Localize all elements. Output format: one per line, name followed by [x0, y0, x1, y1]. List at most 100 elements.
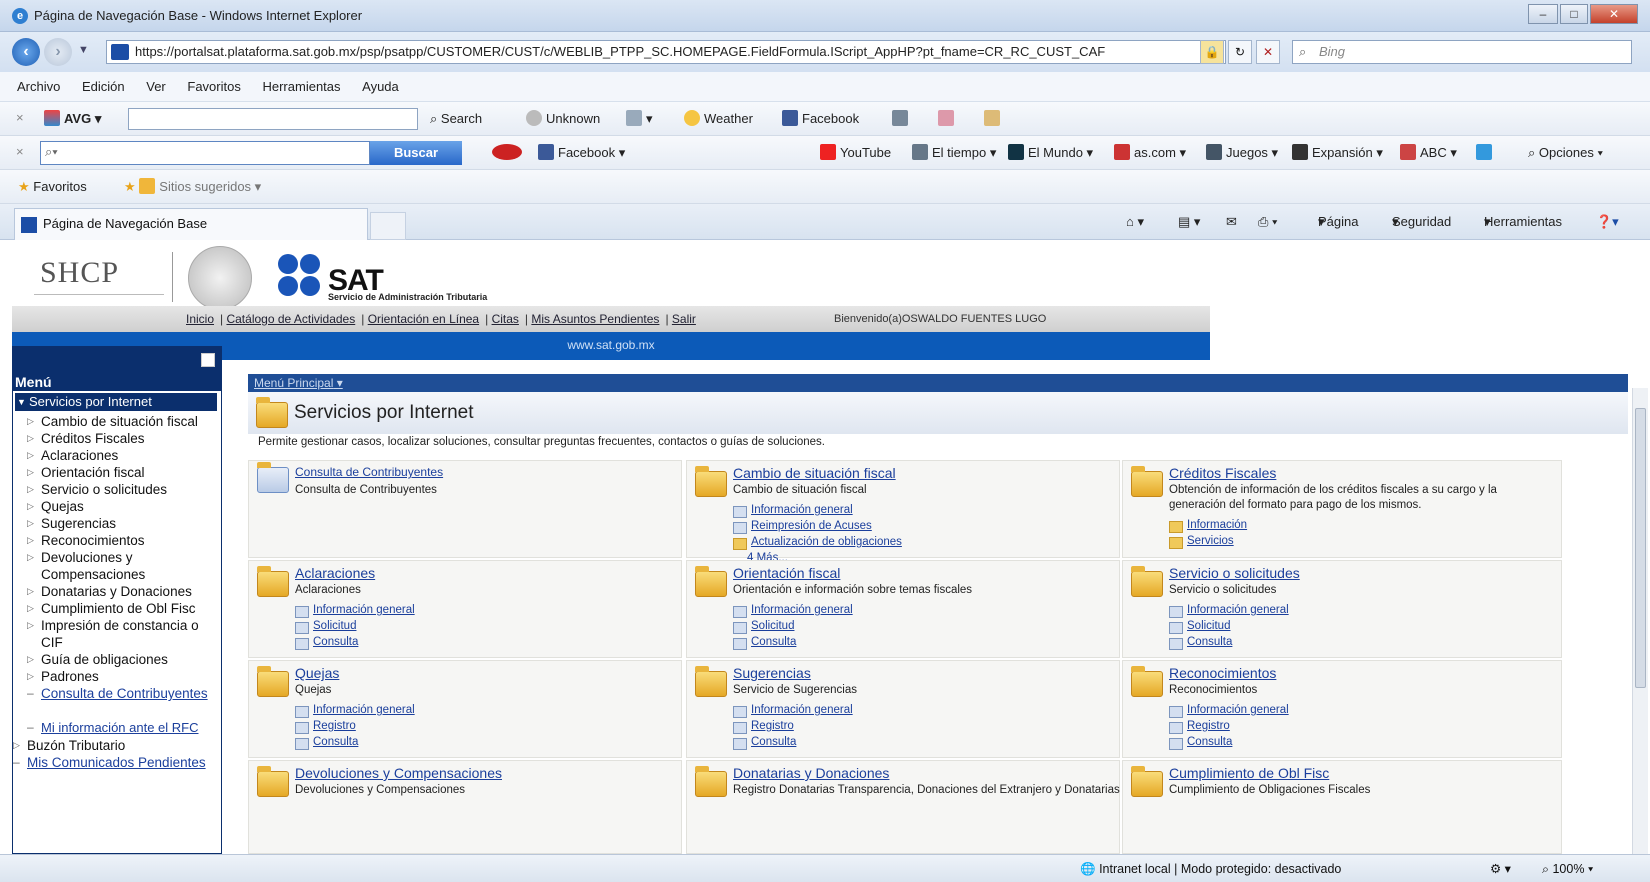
nav-asuntos[interactable]: Mis Asuntos Pendientes	[531, 312, 659, 326]
service-link[interactable]: Consulta	[732, 736, 796, 750]
sidebar-item-guia[interactable]: Guía de obligaciones	[27, 651, 221, 668]
url-field[interactable]: https://portalsat.plataforma.sat.gob.mx/…	[106, 40, 1226, 64]
service-link[interactable]: Información general	[1169, 704, 1289, 718]
close-button[interactable]: ✕	[1590, 4, 1638, 24]
breadcrumb[interactable]: Menú Principal ▾	[248, 374, 1628, 392]
sitios-sugeridos[interactable]: ★ Sitios sugeridos ▾	[124, 177, 261, 197]
tab-pagina-base[interactable]: Página de Navegación Base	[14, 208, 368, 240]
nav-citas[interactable]: Citas	[492, 312, 519, 326]
service-link[interactable]: Consulta	[1168, 636, 1232, 650]
nav-inicio[interactable]: Inicio	[186, 312, 214, 326]
link-abc[interactable]: ABC ▾	[1400, 143, 1457, 163]
service-link[interactable]: Información general	[295, 704, 415, 718]
service-link[interactable]: Solicitud	[294, 620, 356, 634]
link-as[interactable]: as.com ▾	[1114, 143, 1186, 163]
sidebar-item-devoluciones[interactable]: Devoluciones y Compensaciones	[27, 549, 221, 583]
service-link[interactable]: Registro	[1169, 720, 1230, 734]
sidebar-item-orientacion[interactable]: Orientación fiscal	[27, 464, 221, 481]
service-link[interactable]: Registro	[295, 720, 356, 734]
zoom-control[interactable]: ⌕ 100% ▾	[1542, 855, 1593, 882]
service-link[interactable]: Actualización de obligaciones	[733, 536, 902, 550]
seguridad-menu[interactable]: Seguridad ▾	[1392, 204, 1451, 240]
sidebar-link-rfc[interactable]: Mi información ante el RFC	[27, 719, 221, 736]
sidebar-item-cumplimiento[interactable]: Cumplimiento de Obl Fisc	[27, 600, 221, 617]
avg-search-button[interactable]: ⌕ Search	[430, 109, 482, 129]
facebook-button[interactable]: Facebook	[782, 109, 859, 129]
sidebar-item-quejas[interactable]: Quejas	[27, 498, 221, 515]
opciones-button[interactable]: ⌕ Opciones ▾	[1528, 143, 1603, 163]
service-title-link[interactable]: Sugerencias	[733, 665, 811, 681]
pagina-menu[interactable]: Página ▾	[1318, 204, 1358, 240]
avg-search-input[interactable]	[128, 108, 418, 130]
tool-button-1[interactable]	[892, 109, 912, 129]
addons-button[interactable]: ⚙ ▾	[1490, 855, 1511, 882]
menu-favoritos[interactable]: Favoritos	[178, 72, 249, 102]
sidebar-link-consulta[interactable]: Consulta de Contribuyentes	[27, 685, 221, 702]
service-link[interactable]: Información general	[295, 604, 415, 618]
service-title-link[interactable]: Reconocimientos	[1169, 665, 1276, 681]
service-title-link[interactable]: Aclaraciones	[295, 565, 375, 581]
mail-button[interactable]: ✉	[1226, 204, 1237, 240]
minimize-button[interactable]: –	[1528, 4, 1558, 24]
sidebar-item-creditos[interactable]: Créditos Fiscales	[27, 430, 221, 447]
sidebar-item-sugerencias[interactable]: Sugerencias	[27, 515, 221, 532]
print-button[interactable]: ⎙ ▾	[1258, 204, 1277, 240]
link-el-mundo[interactable]: El Mundo ▾	[1008, 143, 1093, 163]
sidebar-item-servicios[interactable]: ▼ Servicios por Internet	[15, 393, 217, 411]
back-button[interactable]: ‹	[12, 38, 40, 66]
zone-status[interactable]: 🌐 Intranet local | Modo protegido: desac…	[1080, 855, 1341, 882]
help-icon[interactable]: ❓▾	[1596, 204, 1619, 240]
link-juegos[interactable]: Juegos ▾	[1206, 143, 1278, 163]
tool-button-3[interactable]	[984, 109, 1004, 129]
sidebar-item-reconocimientos[interactable]: Reconocimientos	[27, 532, 221, 549]
sidebar-item-padrones[interactable]: Padrones	[27, 668, 221, 685]
menu-edicion[interactable]: Edición	[73, 72, 134, 102]
sidebar-link-comunicados[interactable]: Mis Comunicados Pendientes	[13, 754, 207, 771]
sidebar-item-servicio[interactable]: Servicio o solicitudes	[27, 481, 221, 498]
close-searchbar-icon[interactable]: ×	[16, 144, 24, 159]
service-title-link[interactable]: Cambio de situación fiscal	[733, 465, 896, 481]
forward-button[interactable]: ›	[44, 38, 72, 66]
menu-ver[interactable]: Ver	[137, 72, 175, 102]
service-title-link[interactable]: Orientación fiscal	[733, 565, 840, 581]
service-link[interactable]: Registro	[733, 720, 794, 734]
service-title-link[interactable]: Devoluciones y Compensaciones	[295, 765, 502, 781]
tool-button-2[interactable]	[938, 109, 958, 129]
unknown-button[interactable]: Unknown	[526, 109, 600, 129]
ad-button[interactable]	[492, 143, 526, 163]
scrollbar-thumb[interactable]	[1635, 408, 1646, 688]
weather-button[interactable]: Weather	[684, 109, 753, 129]
close-toolbar-icon[interactable]: ×	[16, 110, 24, 125]
sidebar-item-impresion[interactable]: Impresión de constancia o CIF	[27, 617, 221, 651]
bing-search-field[interactable]: ⌕ Bing	[1292, 40, 1632, 64]
service-title-link[interactable]: Servicio o solicitudes	[1169, 565, 1300, 581]
feeds-button[interactable]: ▤ ▾	[1178, 204, 1200, 240]
service-link[interactable]: Información	[1168, 519, 1247, 533]
sidebar-item-aclaraciones[interactable]: Aclaraciones	[27, 447, 221, 464]
toolbar-search-input[interactable]: ⌕▾	[40, 141, 370, 165]
link-el-tiempo[interactable]: El tiempo ▾	[912, 143, 996, 163]
buscar-button[interactable]: Buscar	[370, 141, 462, 165]
sidebar-item-donatarias[interactable]: Donatarias y Donaciones	[27, 583, 221, 600]
service-link[interactable]: Servicios	[1169, 535, 1234, 549]
nav-salir[interactable]: Salir	[672, 312, 696, 326]
herramientas-menu[interactable]: Herramientas ▾	[1484, 204, 1562, 240]
searchbar-facebook[interactable]: Facebook ▾	[538, 143, 625, 163]
service-link[interactable]: Reimpresión de Acuses	[733, 520, 872, 534]
avg-logo[interactable]: AVG ▾	[44, 109, 101, 129]
service-title-link[interactable]: Créditos Fiscales	[1169, 465, 1276, 481]
link-youtube[interactable]: YouTube	[820, 143, 891, 163]
favoritos-button[interactable]: ★ Favoritos	[18, 177, 87, 197]
service-link[interactable]: Consulta	[294, 736, 358, 750]
service-title-link[interactable]: Consulta de Contribuyentes	[295, 465, 443, 479]
history-dropdown-icon[interactable]: ▼	[78, 44, 89, 56]
vertical-scrollbar[interactable]	[1632, 388, 1648, 854]
menu-herramientas[interactable]: Herramientas	[253, 72, 349, 102]
service-link[interactable]: Solicitud	[1168, 620, 1230, 634]
sidebar-item-buzon[interactable]: Buzón Tributario	[13, 737, 207, 754]
service-title-link[interactable]: Quejas	[295, 665, 339, 681]
service-link[interactable]: Solicitud	[732, 620, 794, 634]
service-link[interactable]: Información general	[1169, 604, 1289, 618]
service-title-link[interactable]: Donatarias y Donaciones	[733, 765, 889, 781]
refresh-icon[interactable]: ↻	[1228, 40, 1252, 64]
